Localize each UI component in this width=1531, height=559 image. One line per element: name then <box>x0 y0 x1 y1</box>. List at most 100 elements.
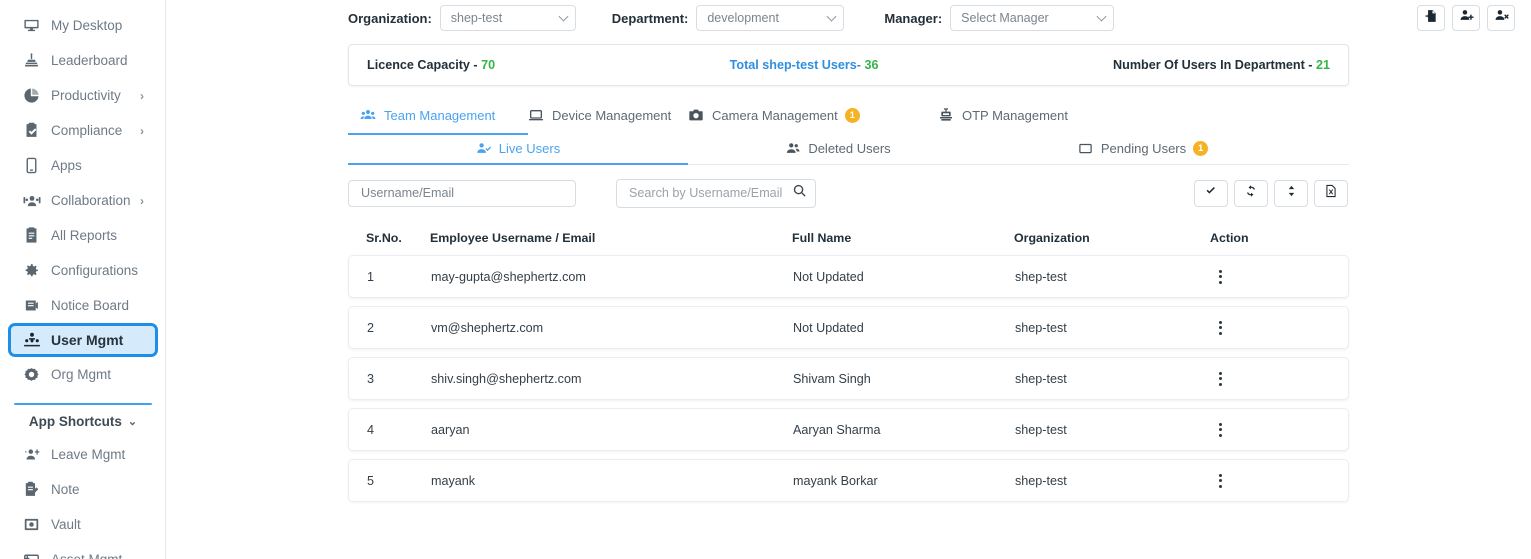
sidebar-item-label: Compliance <box>51 123 123 138</box>
monitor-icon <box>22 16 41 35</box>
department-select[interactable]: development <box>696 5 845 31</box>
licence-capacity-value: 70 <box>481 58 496 72</box>
row-menu-icon[interactable] <box>1211 269 1229 284</box>
manager-select-value: Select Manager <box>961 11 1049 25</box>
filter-bar: Organization: shep-test Department: deve… <box>166 0 1531 36</box>
cell-full-name: Not Updated <box>793 269 864 284</box>
search-icon[interactable] <box>792 183 807 203</box>
user-remove-icon <box>1494 8 1509 28</box>
subtab-active-indicator <box>348 162 688 165</box>
tablet-icon <box>22 156 41 175</box>
search-field-select-value: Username/Email <box>361 186 455 200</box>
cell-username: shiv.singh@shephertz.com <box>431 371 582 386</box>
sidebar-item-label: Apps <box>51 158 82 173</box>
sidebar-item-apps[interactable]: Apps <box>0 148 166 183</box>
pie-chart-icon <box>22 86 41 105</box>
search-box[interactable] <box>616 178 816 208</box>
export-file-icon <box>1324 184 1338 203</box>
table-row[interactable]: 4 aaryan Aaryan Sharma shep-test <box>348 408 1349 451</box>
import-users-button[interactable] <box>1417 5 1445 31</box>
organization-label: Organization: <box>348 10 432 26</box>
cell-organization: shep-test <box>1015 320 1067 335</box>
sidebar-item-label: Org Mgmt <box>51 367 112 382</box>
department-users-stat: Number Of Users In Department - 21 <box>1113 58 1330 72</box>
row-menu-icon[interactable] <box>1211 371 1229 386</box>
table-row[interactable]: 5 mayank mayank Borkar shep-test <box>348 459 1349 502</box>
sidebar: My Desktop Leaderboard Productivity › Co… <box>0 0 166 559</box>
export-button[interactable] <box>1314 179 1348 207</box>
stats-bar: Licence Capacity - 70 Total shep-test Us… <box>348 44 1349 86</box>
manager-label: Manager: <box>884 10 943 26</box>
subtab-pending-users[interactable]: Pending Users 1 <box>988 133 1298 164</box>
table-row[interactable]: 2 vm@shephertz.com Not Updated shep-test <box>348 306 1349 349</box>
sidebar-item-asset-mgmt[interactable]: Asset Mgmt <box>0 542 166 559</box>
sidebar-item-leaderboard[interactable]: Leaderboard <box>0 43 166 78</box>
column-header-sr-no: Sr.No. <box>366 231 402 245</box>
add-user-button[interactable] <box>1452 5 1480 31</box>
cell-full-name: Shivam Singh <box>793 371 871 386</box>
sidebar-item-label: Note <box>51 482 80 497</box>
tab-device-management[interactable]: Device Management <box>528 98 688 132</box>
sidebar-item-configurations[interactable]: Configurations <box>0 253 166 288</box>
refresh-icon <box>1244 184 1258 203</box>
sidebar-item-productivity[interactable]: Productivity › <box>0 78 166 113</box>
subtab-live-users[interactable]: Live Users <box>348 133 688 164</box>
chevron-right-icon: › <box>140 123 144 138</box>
tab-otp-management[interactable]: OTP Management <box>938 98 1118 132</box>
row-menu-icon[interactable] <box>1211 473 1229 488</box>
tab-label: Device Management <box>552 107 672 123</box>
sidebar-item-user-mgmt[interactable]: User Mgmt <box>8 323 158 357</box>
note-icon <box>22 480 41 499</box>
sidebar-item-my-desktop[interactable]: My Desktop <box>0 8 166 43</box>
table-row[interactable]: 1 may-gupta@shephertz.com Not Updated sh… <box>348 255 1349 298</box>
sidebar-item-label: My Desktop <box>51 18 123 33</box>
sidebar-item-vault[interactable]: Vault <box>0 507 166 542</box>
sidebar-item-all-reports[interactable]: All Reports <box>0 218 166 253</box>
top-action-buttons <box>1417 5 1515 31</box>
refresh-button[interactable] <box>1234 179 1268 207</box>
apply-button[interactable] <box>1194 179 1228 207</box>
search-input[interactable] <box>629 186 792 200</box>
sort-button[interactable] <box>1274 179 1308 207</box>
tab-team-management[interactable]: Team Management <box>348 98 528 135</box>
manager-select[interactable]: Select Manager <box>950 5 1115 31</box>
cell-full-name: Aaryan Sharma <box>793 422 881 437</box>
sidebar-item-notice-board[interactable]: Notice Board <box>0 288 166 323</box>
cell-sr-no: 4 <box>367 422 375 437</box>
row-menu-icon[interactable] <box>1211 422 1229 437</box>
cell-organization: shep-test <box>1015 371 1067 386</box>
sidebar-item-compliance[interactable]: Compliance › <box>0 113 166 148</box>
total-users-stat[interactable]: Total shep-test Users- 36 <box>730 58 879 72</box>
report-icon <box>22 226 41 245</box>
sidebar-item-org-mgmt[interactable]: Org Mgmt <box>0 357 166 392</box>
table-row[interactable]: 3 shiv.singh@shephertz.com Shivam Singh … <box>348 357 1349 400</box>
search-field-select[interactable]: Username/Email <box>348 179 576 207</box>
column-header-username: Employee Username / Email <box>430 231 596 245</box>
cell-sr-no: 1 <box>367 269 375 284</box>
file-import-icon <box>1424 9 1438 28</box>
chevron-right-icon: › <box>140 88 144 103</box>
row-menu-icon[interactable] <box>1211 320 1229 335</box>
total-users-value: 36 <box>864 58 879 72</box>
clipboard-check-icon <box>22 121 41 140</box>
chevron-down-icon: ⌄ <box>127 415 138 428</box>
tab-camera-management[interactable]: Camera Management 1 <box>688 98 938 132</box>
cell-username: vm@shephertz.com <box>431 320 544 335</box>
department-users-label: Number Of Users In Department - <box>1113 58 1316 72</box>
sidebar-item-collaboration[interactable]: Collaboration › <box>0 183 166 218</box>
subtab-deleted-users[interactable]: Deleted Users <box>688 133 988 164</box>
sidebar-nav-list: My Desktop Leaderboard Productivity › Co… <box>0 0 166 559</box>
app-shortcuts-header[interactable]: App Shortcuts ⌄ <box>0 405 166 437</box>
cell-organization: shep-test <box>1015 269 1067 284</box>
check-icon <box>1204 184 1218 203</box>
vault-icon <box>22 515 41 534</box>
organization-select[interactable]: shep-test <box>439 5 576 31</box>
secondary-tabs: Live Users Deleted Users Pending Users 1 <box>348 132 1349 165</box>
users-group-icon <box>22 331 41 350</box>
cell-action <box>1211 269 1331 284</box>
pending-box-icon <box>1078 141 1093 156</box>
sidebar-item-leave-mgmt[interactable]: Leave Mgmt <box>0 437 166 472</box>
sidebar-item-note[interactable]: Note <box>0 472 166 507</box>
remove-user-button[interactable] <box>1487 5 1515 31</box>
cell-action <box>1211 422 1331 437</box>
